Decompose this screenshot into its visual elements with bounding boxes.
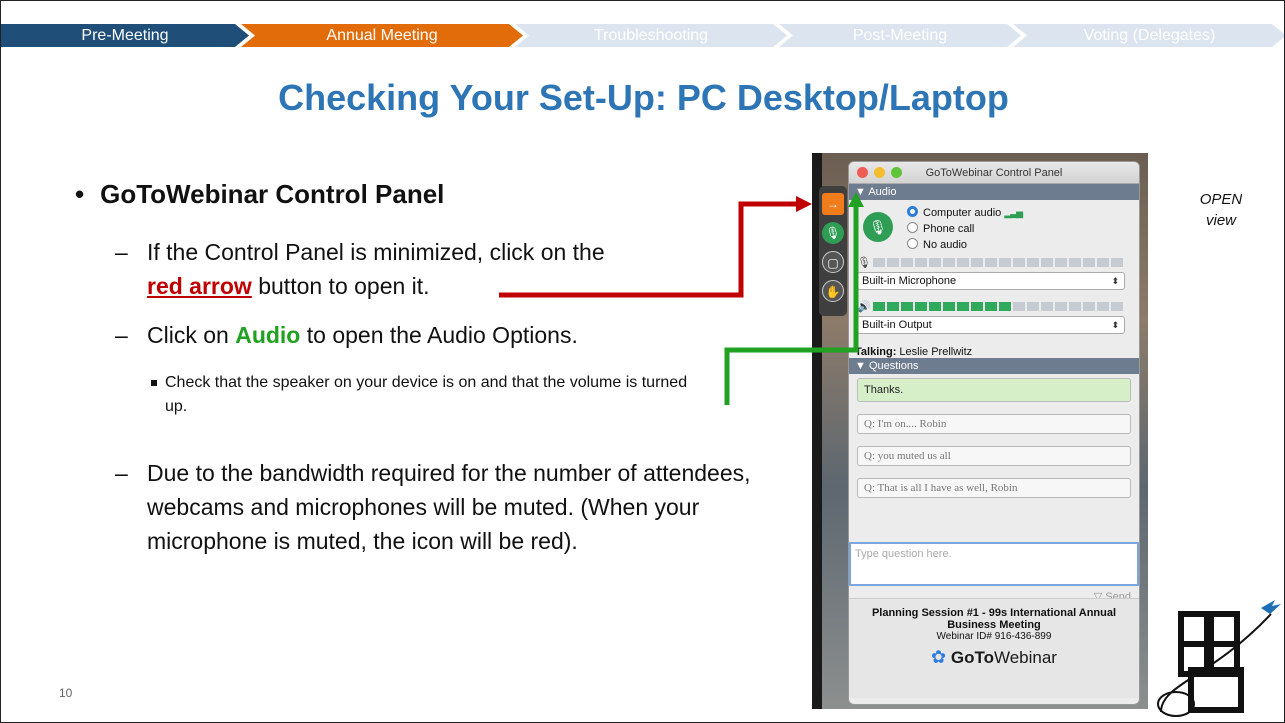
step-troubleshooting[interactable]: Troubleshooting [515,24,787,47]
red-arrow-link: red arrow [147,273,252,299]
minimize-icon[interactable] [874,167,885,178]
red-arrow-open-button[interactable]: → [822,193,844,215]
radio-icon [907,238,918,249]
question-item: Q: you muted us all [857,446,1131,466]
question-item: Thanks. [857,378,1131,402]
question-input[interactable]: Type question here. [849,542,1139,586]
microphone-icon[interactable]: 🎙 [863,212,893,242]
close-icon[interactable] [857,167,868,178]
mic-small-icon: 🎙 [857,257,871,269]
sub-bullet-minimized: – If the Control Panel is minimized, cli… [115,235,755,303]
sub2-tail: to open the Audio Options. [300,322,578,348]
select-value: Built-in Microphone [862,275,957,287]
bullet-dot: • [75,179,85,209]
sub1-text: If the Control Panel is minimized, click… [147,239,605,265]
brand-goto: GoTo [950,648,994,667]
audio-section: 🎙 Computer audio ▂▃▅ Phone call No audio… [849,200,1139,358]
mic-level-meter [873,258,1123,267]
subsub-text: Check that the speaker on your device is… [165,374,688,415]
main-bullet: • GoToWebinar Control Panel [75,179,444,210]
gotowebinar-logo: ✿ GoToWebinar [849,647,1139,668]
page-number: 10 [59,686,73,700]
step-annual-meeting[interactable]: Annual Meeting [241,24,523,47]
session-title: Planning Session #1 - 99s International … [871,607,1117,631]
window-title: GoToWebinar Control Panel [925,167,1063,179]
sub-bullet-audio: – Click on Audio to open the Audio Optio… [115,318,755,352]
slide-title: Checking Your Set-Up: PC Desktop/Laptop [278,77,1009,118]
sub-bullet-text: If the Control Panel is minimized, click… [147,235,755,303]
talking-label: Talking: [855,346,897,358]
radio-no-audio[interactable]: No audio [907,238,967,251]
step-label: Annual Meeting [326,27,438,44]
radio-icon [907,222,918,233]
sub-bullet-text: Click on Audio to open the Audio Options… [147,318,755,352]
radio-phone-call[interactable]: Phone call [907,222,974,235]
signal-bars-icon: ▂▃▅ [1004,208,1023,218]
main-bullet-text: GoToWebinar Control Panel [100,179,445,209]
webinar-id: Webinar ID# 916-436-899 [936,631,1052,642]
question-item: Q: I'm on.... Robin [857,414,1131,434]
step-label: Pre-Meeting [81,27,169,44]
sub2-text: Click on [147,322,236,348]
ninety-nines-logo [1157,600,1281,717]
gotowebinar-logo-icon: ✿ [931,647,947,667]
grab-tab-toolbar: → 🎙 ▢ ✋ [819,186,847,316]
audio-section-header[interactable]: ▼ Audio [849,184,1139,200]
audio-header-label: Audio [868,186,897,198]
chevron-updown-icon: ⬍ [1111,276,1119,286]
sub1-tail: button to open it. [251,273,430,299]
speaker-icon: 🔊 [857,301,871,313]
window-titlebar: GoToWebinar Control Panel [849,162,1139,184]
square-bullet [151,380,157,386]
questions-section: Thanks. Q: I'm on.... Robin Q: you muted… [849,374,1139,608]
radio-label: Computer audio [923,207,1002,219]
radio-computer-audio[interactable]: Computer audio ▂▃▅ [907,206,1023,219]
dash: – [115,239,128,265]
step-label: Voting (Delegates) [1083,27,1216,44]
airplane-icon [1261,600,1281,614]
progress-bar: Pre-Meeting Annual Meeting Troubleshooti… [1,24,1285,47]
hand-raise-icon[interactable]: ✋ [822,280,844,302]
dash: – [115,460,128,486]
question-item: Q: That is all I have as well, Robin [857,478,1131,498]
dash: – [115,322,128,348]
panel-footer: Planning Session #1 - 99s International … [849,598,1139,698]
radio-label: No audio [923,239,968,251]
red-arrowhead-icon [796,196,812,212]
radio-selected-icon [907,206,918,217]
step-label: Troubleshooting [593,27,709,44]
sub-sub-bullet: Check that the speaker on your device is… [151,371,731,419]
sub3-text: Due to the bandwidth required for the nu… [147,460,751,554]
step-voting[interactable]: Voting (Delegates) [1013,24,1285,47]
radio-label: Phone call [923,223,975,235]
questions-header-label: Questions [868,360,919,372]
talking-name: Leslie Prellwitz [899,346,973,358]
select-value: Built-in Output [862,319,932,331]
chevron-updown-icon: ⬍ [1111,320,1119,330]
brand-webinar: Webinar [993,648,1057,667]
questions-section-header[interactable]: ▼ Questions [849,358,1139,374]
microphone-icon[interactable]: 🎙 [822,222,844,244]
step-post-meeting[interactable]: Post-Meeting [779,24,1021,47]
step-label: Post-Meeting [852,27,948,44]
slide: Pre-Meeting Annual Meeting Troubleshooti… [0,0,1285,723]
talking-indicator: Talking: Leslie Prellwitz [855,346,972,358]
sub-bullet-bandwidth: – Due to the bandwidth required for the … [115,456,805,558]
step-pre-meeting[interactable]: Pre-Meeting [1,24,249,47]
zoom-icon[interactable] [891,167,902,178]
control-panel-screenshot: → 🎙 ▢ ✋ GoToWebinar Control Panel ▼ Audi… [812,153,1148,709]
output-select[interactable]: Built-in Output ⬍ [857,316,1125,334]
screen-icon[interactable]: ▢ [822,251,844,273]
output-level-meter [873,302,1123,311]
microphone-select[interactable]: Built-in Microphone ⬍ [857,272,1125,290]
control-panel-window: GoToWebinar Control Panel ▼ Audio 🎙 Comp… [848,161,1140,705]
audio-word: Audio [235,322,301,348]
open-view-label: OPEN view [1199,191,1243,229]
